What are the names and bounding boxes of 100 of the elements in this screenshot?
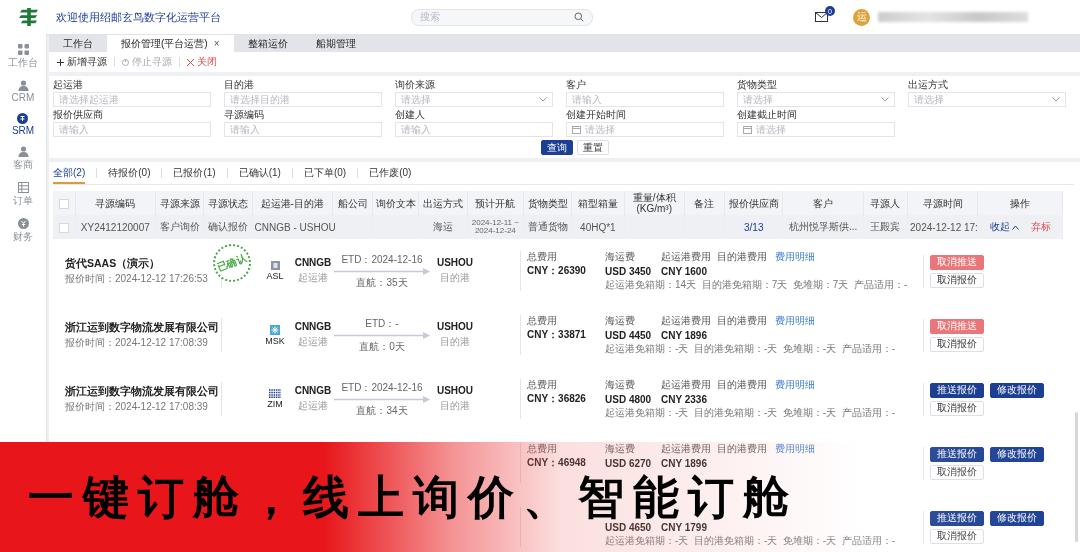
fee-label: 起运港费用 bbox=[661, 442, 712, 456]
filter-label: 报价供应商 bbox=[53, 109, 104, 121]
status-tab[interactable]: 全部(2) bbox=[53, 162, 86, 184]
free-period-text: 起运港免箱期：-天 目的港免箱期：-天 免堆期：-天 产品适用：- bbox=[605, 342, 895, 356]
supplier-count-link[interactable]: 3/13 bbox=[744, 221, 764, 233]
fee-label: 目的港费用 bbox=[717, 250, 768, 264]
port-label: 起运港 bbox=[298, 335, 328, 349]
port-label: 起运港 bbox=[298, 271, 328, 285]
origin-port: CNNGB bbox=[294, 257, 332, 268]
sidebar-item[interactable]: 财务 bbox=[11, 216, 35, 246]
quote-action-button[interactable]: 推送报价 bbox=[930, 382, 984, 398]
abandon-link[interactable]: 弃标 bbox=[1030, 220, 1051, 234]
fee-amount: USD 4650 bbox=[605, 521, 653, 533]
sidebar-item[interactable]: 工作台 bbox=[6, 42, 40, 72]
carrier-code: ZIM bbox=[267, 399, 283, 409]
fee-label: 目的港费用 bbox=[717, 378, 768, 392]
quote-action-button[interactable]: 取消报价 bbox=[930, 528, 984, 544]
search-button[interactable]: 查询 bbox=[540, 140, 573, 155]
column-header: 船公司 bbox=[337, 197, 368, 209]
transit-time: 直航：34天 bbox=[356, 403, 408, 418]
fee-detail-link[interactable]: 费用明细 bbox=[775, 442, 815, 456]
fee-detail-link[interactable]: 费用明细 bbox=[775, 250, 908, 264]
fee-amount: CNY 1799 bbox=[661, 521, 708, 533]
fee-label: 起运港费用 bbox=[661, 250, 712, 264]
page-tab[interactable]: 整箱运价 bbox=[233, 35, 302, 52]
column-header: 货物类型 bbox=[527, 197, 568, 209]
list-icon bbox=[17, 182, 29, 193]
grid-icon bbox=[17, 44, 29, 55]
status-tab[interactable]: 已报价(1) bbox=[173, 162, 216, 184]
scrollbar[interactable] bbox=[1075, 412, 1078, 542]
etd-text: ETD：2024-12-16 bbox=[341, 380, 423, 395]
page-tab[interactable]: 工作台 bbox=[49, 35, 107, 52]
table-cell: 客户询价 bbox=[159, 221, 200, 232]
page-tab[interactable]: 船期管理 bbox=[301, 35, 370, 52]
column-header: 报价供应商 bbox=[728, 197, 779, 209]
sidebar-item[interactable]: 订单 bbox=[11, 180, 35, 210]
column-header: 预计开航 bbox=[475, 197, 516, 209]
column-header: 询价文本 bbox=[375, 197, 416, 209]
fee-label: 海运费 bbox=[605, 378, 636, 392]
status-tab[interactable]: 已作废(0) bbox=[369, 162, 412, 184]
quote-action-button[interactable]: 修改报价 bbox=[990, 510, 1044, 526]
supplier-name: 货代SAAS（演示） bbox=[65, 257, 161, 270]
free-period-text: 起运港免箱期：-天 目的港免箱期：-天 免堆期：-天 产品适用：- bbox=[605, 406, 895, 420]
column-header: 操作 bbox=[1010, 197, 1031, 209]
quote-action-button[interactable]: 推送报价 bbox=[930, 510, 984, 526]
collapse-link[interactable]: 收起 bbox=[989, 220, 1019, 234]
person-icon bbox=[17, 80, 29, 91]
sidebar-item[interactable]: SRM bbox=[9, 111, 37, 138]
carrier-code: ASL bbox=[266, 271, 284, 281]
filter-label: 询价来源 bbox=[395, 79, 436, 91]
origin-port: CNNGB bbox=[294, 385, 332, 396]
table-cell: CNNGB - USHOU bbox=[254, 221, 336, 233]
reset-button[interactable]: 重置 bbox=[576, 140, 609, 155]
free-period-text: 起运港免箱期：-天 目的港免箱期：-天 免堆期：-天 产品适用：- bbox=[605, 534, 895, 548]
fee-detail-link[interactable]: 费用明细 bbox=[775, 378, 895, 392]
sidebar-item[interactable]: 客商 bbox=[11, 144, 35, 174]
table-cell: 王殿宾 bbox=[870, 221, 901, 232]
total-amount: CNY：46948 bbox=[527, 456, 587, 470]
quote-action-button[interactable]: 取消报价 bbox=[930, 336, 984, 352]
toolbar-button[interactable]: 关闭 bbox=[185, 55, 219, 69]
column-header: 客户 bbox=[813, 197, 834, 209]
column-header: 寻源来源 bbox=[159, 197, 200, 209]
status-tab[interactable]: 已确认(1) bbox=[238, 162, 281, 184]
quote-action-button[interactable]: 取消报价 bbox=[930, 272, 984, 288]
quote-action-button[interactable]: 推送报价 bbox=[930, 446, 984, 462]
filter-label: 寻源编码 bbox=[224, 109, 265, 121]
fee-label: 目的港费用 bbox=[717, 442, 768, 456]
fee-label: 海运费 bbox=[605, 442, 636, 456]
filter-label: 创建开始时间 bbox=[566, 109, 627, 121]
page-tab[interactable]: 报价管理(平台运营) × bbox=[107, 35, 234, 52]
quote-action-button[interactable]: 取消报价 bbox=[930, 464, 984, 480]
toolbar-button[interactable]: 新增寻源 bbox=[55, 55, 109, 69]
star-logo-icon bbox=[270, 324, 280, 335]
quote-action-button[interactable]: 取消报价 bbox=[930, 400, 984, 416]
total-amount: CNY：36826 bbox=[527, 392, 587, 406]
quote-action-button[interactable]: 修改报价 bbox=[990, 446, 1044, 462]
mail-icon[interactable] bbox=[815, 12, 828, 22]
filter-label: 客户 bbox=[566, 79, 587, 91]
close-icon[interactable]: × bbox=[213, 38, 220, 49]
free-period-text: 起运港免箱期：14天 目的港免箱期：7天 免堆期：7天 产品适用：- bbox=[605, 278, 908, 292]
fee-label: 起运港费用 bbox=[661, 378, 712, 392]
fee-label: 起运港费用 bbox=[661, 314, 712, 328]
fee-detail-link[interactable]: 费用明细 bbox=[775, 314, 895, 328]
quote-time: 报价时间：2024-12-12 17:26:53 bbox=[65, 273, 208, 285]
filter-label: 出运方式 bbox=[908, 79, 949, 91]
status-tab[interactable]: 待报价(0) bbox=[108, 162, 151, 184]
port-label: 目的港 bbox=[440, 271, 470, 285]
fee-label: 海运费 bbox=[605, 250, 636, 264]
fee-amount: CNY 1600 bbox=[661, 265, 708, 277]
status-tab[interactable]: 已下单(0) bbox=[303, 162, 347, 184]
table-cell: XY2412120007 bbox=[80, 221, 150, 233]
column-header: 重量/体积(KG/m³) bbox=[632, 192, 676, 214]
column-header: 出运方式 bbox=[423, 197, 464, 209]
striped-logo-icon bbox=[269, 389, 281, 398]
row-checkbox[interactable] bbox=[58, 222, 69, 233]
column-header: 备注 bbox=[694, 197, 715, 209]
quote-action-button[interactable]: 修改报价 bbox=[990, 382, 1044, 398]
chevron-down-icon bbox=[539, 97, 547, 102]
select-all-checkbox[interactable] bbox=[58, 198, 69, 209]
fee-label: 目的港费用 bbox=[717, 314, 768, 328]
